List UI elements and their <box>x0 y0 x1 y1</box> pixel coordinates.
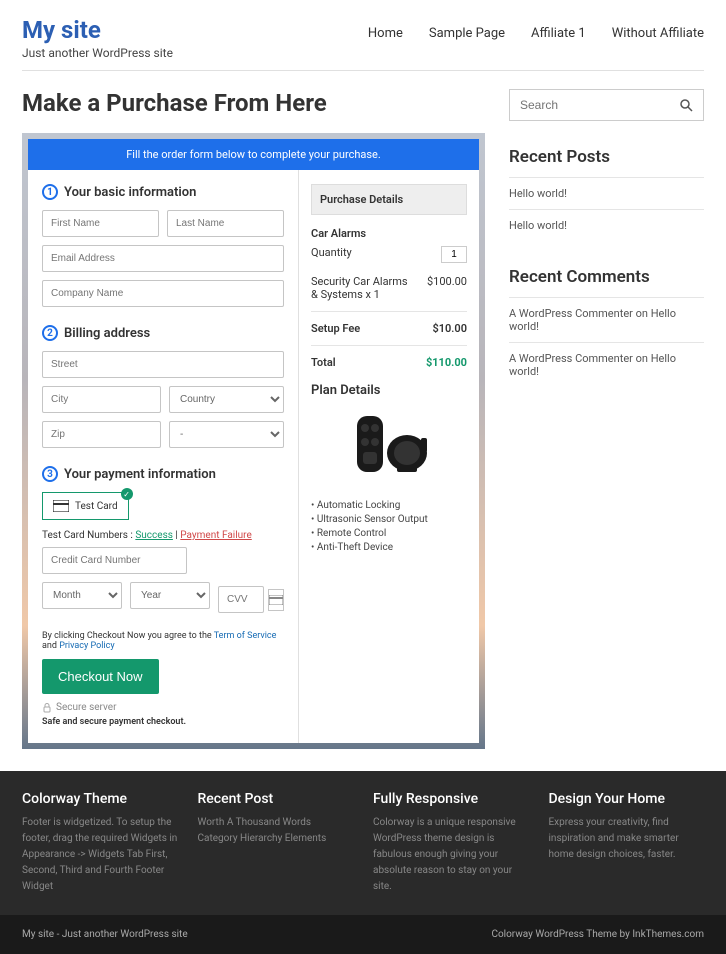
plan-features: Automatic Locking Ultrasonic Sensor Outp… <box>311 500 467 553</box>
city-input[interactable] <box>42 386 161 413</box>
test-success-link[interactable]: Success <box>135 530 173 541</box>
footer-col-title: Design Your Home <box>549 791 705 807</box>
terms-text: By clicking Checkout Now you agree to th… <box>42 631 284 651</box>
nav-affiliate-1[interactable]: Affiliate 1 <box>531 26 586 41</box>
street-input[interactable] <box>42 351 284 378</box>
recent-comments-header: Recent Comments <box>509 267 704 287</box>
footer-col-title: Fully Responsive <box>373 791 529 807</box>
nav-home[interactable]: Home <box>368 26 403 41</box>
step-3-icon: 3 <box>42 466 58 482</box>
step-2-icon: 2 <box>42 325 58 341</box>
recent-post-item[interactable]: Hello world! <box>509 177 704 209</box>
cc-number-input[interactable] <box>42 547 187 574</box>
year-select[interactable]: Year <box>130 582 210 609</box>
section-billing: 2Billing address <box>42 325 284 341</box>
total-row: Total$110.00 <box>311 356 467 369</box>
order-banner: Fill the order form below to complete yo… <box>28 139 479 170</box>
phone-code-select[interactable]: - <box>169 421 284 448</box>
section-payment: 3Your payment information <box>42 466 284 482</box>
first-name-input[interactable] <box>42 210 159 237</box>
main-nav: Home Sample Page Affiliate 1 Without Aff… <box>368 16 704 41</box>
search-icon[interactable] <box>679 98 693 112</box>
lock-icon <box>42 703 52 713</box>
feature-item: Anti-Theft Device <box>311 542 467 553</box>
footer-bar: My site - Just another WordPress site Co… <box>0 915 726 954</box>
footer-widgets: Colorway Theme Footer is widgetized. To s… <box>0 771 726 915</box>
plan-details-header: Plan Details <box>311 383 467 398</box>
zip-input[interactable] <box>42 421 161 448</box>
recent-comment-item: A WordPress Commenter on Hello world! <box>509 342 704 387</box>
secure-server-text: Secure server <box>42 702 284 713</box>
site-title[interactable]: My site <box>22 16 173 44</box>
footer-theme-credit: Colorway WordPress Theme by InkThemes.co… <box>491 929 704 940</box>
checkout-button[interactable]: Checkout Now <box>42 659 159 694</box>
feature-item: Automatic Locking <box>311 500 467 511</box>
purchase-details-header: Purchase Details <box>311 184 467 215</box>
item-name: Car Alarms <box>311 227 467 240</box>
search-box[interactable] <box>509 89 704 121</box>
comment-author-link[interactable]: A WordPress Commenter <box>509 352 633 365</box>
email-input[interactable] <box>42 245 284 272</box>
order-form-wrapper: Fill the order form below to complete yo… <box>22 133 485 749</box>
test-card-button[interactable]: Test Card ✓ <box>42 492 129 520</box>
footer-site-info: My site - Just another WordPress site <box>22 929 188 940</box>
recent-comment-item: A WordPress Commenter on Hello world! <box>509 297 704 342</box>
product-image <box>329 408 449 488</box>
section-basic-info: 1Your basic information <box>42 184 284 200</box>
cvv-card-icon <box>268 589 284 611</box>
quantity-row: Quantity <box>311 246 467 263</box>
item-desc-row: Security Car Alarms & Systems x 1 $100.0… <box>311 275 467 301</box>
credit-card-icon <box>53 500 69 512</box>
step-1-icon: 1 <box>42 184 58 200</box>
comment-author-link[interactable]: A WordPress Commenter <box>509 307 633 320</box>
company-input[interactable] <box>42 280 284 307</box>
tos-link[interactable]: Term of Service <box>214 631 277 641</box>
feature-item: Remote Control <box>311 528 467 539</box>
footer-col-text: Express your creativity, find inspiratio… <box>549 815 705 863</box>
month-select[interactable]: Month <box>42 582 122 609</box>
cvv-input[interactable] <box>218 586 264 613</box>
page-title: Make a Purchase From Here <box>22 89 485 117</box>
footer-col-text: Worth A Thousand Words Category Hierarch… <box>198 815 354 847</box>
last-name-input[interactable] <box>167 210 284 237</box>
test-card-note: Test Card Numbers : Success | Payment Fa… <box>42 530 284 541</box>
recent-posts-header: Recent Posts <box>509 147 704 167</box>
privacy-link[interactable]: Privacy Policy <box>59 641 114 651</box>
tagline: Just another WordPress site <box>22 46 173 60</box>
nav-without-affiliate[interactable]: Without Affiliate <box>612 26 704 41</box>
footer-col-title: Recent Post <box>198 791 354 807</box>
header-divider <box>22 70 704 71</box>
country-select[interactable]: Country <box>169 386 284 413</box>
footer-col-title: Colorway Theme <box>22 791 178 807</box>
nav-sample-page[interactable]: Sample Page <box>429 26 505 41</box>
recent-post-item[interactable]: Hello world! <box>509 209 704 241</box>
quantity-input[interactable] <box>441 246 467 263</box>
feature-item: Ultrasonic Sensor Output <box>311 514 467 525</box>
safe-checkout-text: Safe and secure payment checkout. <box>42 717 284 727</box>
check-icon: ✓ <box>121 488 133 500</box>
test-failure-link[interactable]: Payment Failure <box>180 530 251 541</box>
footer-col-text: Colorway is a unique responsive WordPres… <box>373 815 529 895</box>
setup-fee-row: Setup Fee$10.00 <box>311 322 467 335</box>
footer-col-text: Footer is widgetized. To setup the foote… <box>22 815 178 895</box>
search-input[interactable] <box>520 98 679 112</box>
